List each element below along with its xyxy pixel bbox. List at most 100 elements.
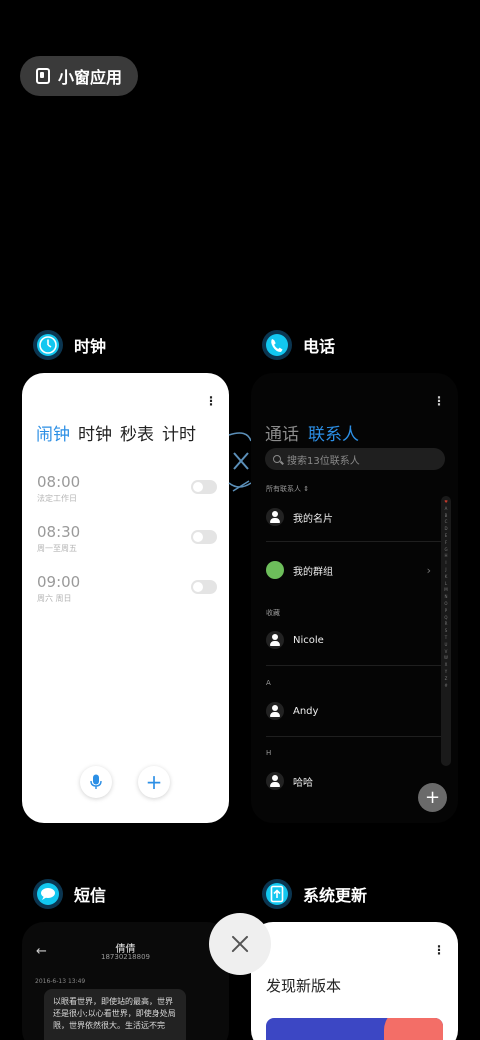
contact-search-input[interactable]: 搜索13位联系人 bbox=[265, 448, 445, 470]
index-letter[interactable]: V bbox=[445, 649, 448, 656]
phone-app-icon bbox=[261, 329, 293, 361]
more-options-icon[interactable]: ⋮ bbox=[433, 395, 445, 407]
index-letter[interactable]: D bbox=[444, 526, 447, 533]
add-alarm-button[interactable]: + bbox=[138, 766, 170, 798]
index-letter[interactable]: B bbox=[445, 513, 448, 520]
index-letter[interactable]: S bbox=[445, 628, 448, 635]
tab-timer[interactable]: 计时 bbox=[162, 420, 196, 445]
system-update-app-card[interactable]: ⋮ 发现新版本 bbox=[251, 922, 458, 1040]
alarm-time: 08:00 bbox=[37, 473, 81, 491]
index-letter[interactable]: O bbox=[444, 601, 447, 608]
index-letter[interactable]: N bbox=[445, 594, 448, 601]
contact-row[interactable]: Andy bbox=[266, 699, 431, 723]
app-name: 电话 bbox=[303, 337, 336, 356]
index-letter[interactable]: T bbox=[445, 635, 447, 642]
index-letter[interactable]: H bbox=[444, 553, 447, 560]
index-letter[interactable]: Q bbox=[444, 615, 447, 622]
index-letter[interactable]: Y bbox=[445, 669, 447, 676]
microphone-icon bbox=[90, 774, 102, 789]
contact-label: 我的群组 bbox=[293, 566, 333, 578]
alarm-item[interactable]: 09:00 周六 周日 bbox=[37, 573, 217, 609]
plus-icon: + bbox=[145, 770, 163, 794]
clear-all-button[interactable] bbox=[209, 913, 271, 975]
phone-app-card[interactable]: ⋮ 通话 联系人 搜索13位联系人 所有联系人 ⇕ 我的名片 我的群组 › 收藏… bbox=[251, 373, 458, 823]
message-bubble: 以眼看世界，即使站的最高，世界还是很小;以心看世界，即使身处局限，世界依然很大。… bbox=[44, 989, 186, 1040]
app-header-messages[interactable]: 短信 bbox=[32, 878, 106, 910]
alarm-time: 09:00 bbox=[37, 573, 81, 591]
person-icon bbox=[266, 508, 284, 526]
tab-alarm[interactable]: 闹钟 bbox=[36, 420, 70, 445]
alarm-item[interactable]: 08:30 周一至周五 bbox=[37, 523, 217, 559]
alarm-toggle[interactable] bbox=[191, 530, 217, 544]
index-letter[interactable]: R bbox=[445, 621, 448, 628]
tab-contacts[interactable]: 联系人 bbox=[308, 420, 359, 445]
alarm-repeat: 周一至周五 bbox=[37, 544, 77, 553]
alarm-toggle[interactable] bbox=[191, 480, 217, 494]
section-header: H bbox=[266, 749, 272, 757]
update-banner-image bbox=[266, 1018, 443, 1040]
tab-calls[interactable]: 通话 bbox=[265, 420, 299, 445]
section-header: 收藏 bbox=[266, 609, 280, 617]
index-letter[interactable]: E bbox=[445, 533, 448, 540]
index-letter[interactable]: I bbox=[445, 560, 446, 567]
index-letter[interactable]: M bbox=[444, 587, 447, 594]
contact-name: Nicole bbox=[293, 634, 324, 646]
contact-name: Andy bbox=[293, 705, 319, 717]
plus-icon: + bbox=[424, 787, 441, 808]
contact-row[interactable]: Nicole bbox=[266, 628, 431, 652]
update-title: 发现新版本 bbox=[266, 977, 342, 995]
freeform-window-icon bbox=[36, 68, 50, 84]
alarm-time: 08:30 bbox=[37, 523, 81, 541]
index-letter[interactable]: J bbox=[445, 567, 446, 574]
contact-row[interactable]: 哈哈 bbox=[266, 769, 431, 793]
index-letter[interactable]: F bbox=[445, 540, 447, 547]
app-name: 短信 bbox=[74, 886, 107, 905]
app-header-clock[interactable]: 时钟 bbox=[32, 329, 106, 361]
freeform-apps-label: 小窗应用 bbox=[58, 68, 123, 87]
person-icon bbox=[266, 702, 284, 720]
person-icon bbox=[266, 631, 284, 649]
sort-icon: ⇕ bbox=[303, 485, 310, 493]
index-letter[interactable]: # bbox=[444, 683, 447, 690]
freeform-apps-button[interactable]: 小窗应用 bbox=[20, 56, 138, 96]
all-contacts-filter[interactable]: 所有联系人 ⇕ bbox=[266, 484, 309, 494]
index-letter[interactable]: A bbox=[445, 506, 448, 513]
message-timestamp: 2016-6-13 13:49 bbox=[35, 978, 86, 985]
messages-app-card[interactable]: ← 倩倩 18730218809 2016-6-13 13:49 以眼看世界，即… bbox=[22, 922, 229, 1040]
index-letter[interactable]: C bbox=[445, 519, 448, 526]
alarm-toggle[interactable] bbox=[191, 580, 217, 594]
my-groups-row[interactable]: 我的群组 › bbox=[266, 558, 431, 582]
tab-stopwatch[interactable]: 秒表 bbox=[120, 420, 154, 445]
my-card-row[interactable]: 我的名片 bbox=[266, 505, 431, 529]
contact-name: 哈哈 bbox=[293, 777, 313, 789]
app-header-update[interactable]: 系统更新 bbox=[261, 878, 367, 910]
index-letter[interactable]: L bbox=[445, 581, 447, 588]
add-contact-button[interactable]: + bbox=[418, 783, 447, 812]
update-app-icon bbox=[261, 878, 293, 910]
more-options-icon[interactable]: ⋮ bbox=[205, 395, 217, 407]
clock-tabs: 闹钟 时钟 秒表 计时 bbox=[36, 420, 196, 445]
index-letter[interactable]: X bbox=[445, 662, 448, 669]
index-letter[interactable]: K bbox=[445, 574, 448, 581]
index-letter[interactable]: ♥ bbox=[444, 499, 448, 506]
index-letter[interactable]: P bbox=[445, 608, 447, 615]
alarm-item[interactable]: 08:00 法定工作日 bbox=[37, 473, 217, 509]
phone-tabs: 通话 联系人 bbox=[265, 420, 359, 445]
alphabet-index-scrollbar[interactable]: ♥ A B C D E F G H I J K L M N O P Q R S T U V W X Y Z # bbox=[441, 496, 451, 766]
person-icon bbox=[266, 772, 284, 790]
index-letter[interactable]: G bbox=[444, 547, 447, 554]
index-letter[interactable]: W bbox=[444, 655, 448, 662]
clock-app-icon bbox=[32, 329, 64, 361]
conversation-number: 18730218809 bbox=[101, 953, 150, 961]
tab-clock[interactable]: 时钟 bbox=[78, 420, 112, 445]
voice-alarm-button[interactable] bbox=[80, 766, 112, 798]
app-header-phone[interactable]: 电话 bbox=[261, 329, 335, 361]
contact-label: 我的名片 bbox=[293, 513, 333, 525]
messages-app-icon bbox=[32, 878, 64, 910]
clock-app-card[interactable]: ⋮ 闹钟 时钟 秒表 计时 08:00 法定工作日 08:30 周一至周五 09… bbox=[22, 373, 229, 823]
alarm-repeat: 周六 周日 bbox=[37, 594, 72, 603]
index-letter[interactable]: U bbox=[445, 642, 448, 649]
index-letter[interactable]: Z bbox=[445, 676, 448, 683]
app-name: 系统更新 bbox=[303, 886, 368, 905]
more-options-icon[interactable]: ⋮ bbox=[433, 944, 445, 956]
